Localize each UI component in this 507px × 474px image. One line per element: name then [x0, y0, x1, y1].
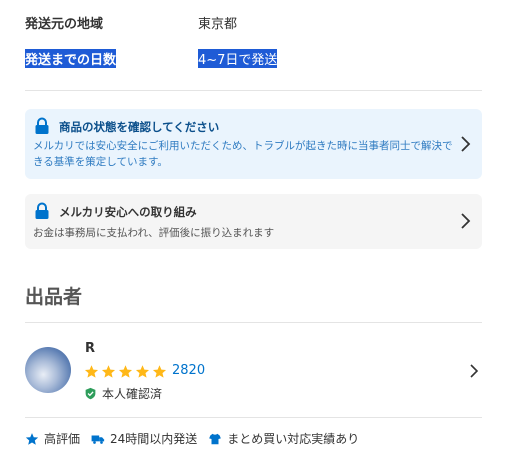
star-icon	[84, 364, 99, 378]
star-icon	[135, 364, 150, 378]
shipping-days-label: 発送までの日数	[25, 49, 117, 68]
divider	[25, 90, 482, 91]
mercari-safety-description: お金は事務局に支払われ、評価後に振り込まれます	[33, 227, 275, 239]
shirt-icon	[209, 433, 222, 444]
badge-fast-shipping: 24時間以内発送	[91, 430, 197, 447]
seller-badges: 高評価 24時間以内発送 まとめ買い対応実績あり	[25, 430, 370, 447]
shipping-origin-label: 発送元の地域	[25, 17, 104, 32]
badge-label: 24時間以内発送	[110, 432, 198, 446]
seller-avatar	[25, 347, 71, 393]
identity-verified-label: 本人確認済	[102, 387, 163, 401]
divider	[25, 417, 482, 418]
badge-bundle-purchase: まとめ買い対応実績あり	[208, 430, 359, 447]
chevron-right-icon	[461, 136, 471, 152]
star-icon	[152, 364, 167, 378]
mercari-safety-card[interactable]: メルカリ安心への取り組み お金は事務局に支払われ、評価後に振り込まれます	[25, 194, 482, 249]
badge-label: 高評価	[44, 432, 81, 446]
verified-shield-icon	[85, 387, 96, 400]
badge-high-rating: 高評価	[25, 430, 80, 447]
shipping-days-value: 4~7日で発送	[198, 49, 278, 68]
divider	[25, 322, 482, 323]
star-icon	[118, 364, 133, 378]
mercari-safety-title: メルカリ安心への取り組み	[59, 205, 197, 219]
shipping-origin-value: 東京都	[198, 17, 238, 32]
lock-icon	[35, 202, 49, 219]
chevron-right-icon	[470, 364, 479, 378]
seller-name: R	[85, 341, 96, 356]
seller-profile-row[interactable]: R 2820 本人確認済	[25, 338, 482, 404]
condition-notice-title: 商品の状態を確認してください	[59, 120, 220, 134]
truck-icon	[91, 435, 105, 444]
star-icon	[101, 364, 116, 378]
badge-label: まとめ買い対応実績あり	[227, 432, 360, 446]
seller-rating-stars	[84, 363, 169, 379]
lock-icon	[35, 117, 49, 134]
chevron-right-icon	[461, 213, 471, 229]
star-icon	[25, 432, 39, 445]
seller-rating-count: 2820	[172, 363, 206, 378]
condition-notice-card[interactable]: 商品の状態を確認してください メルカリでは安心安全にご利用いただくため、トラブル…	[25, 109, 482, 179]
seller-section-title: 出品者	[25, 286, 83, 308]
identity-verified-badge: 本人確認済	[84, 385, 162, 402]
condition-notice-description: メルカリでは安心安全にご利用いただくため、トラブルが起きた時に当事者同士で解決で…	[33, 140, 453, 168]
